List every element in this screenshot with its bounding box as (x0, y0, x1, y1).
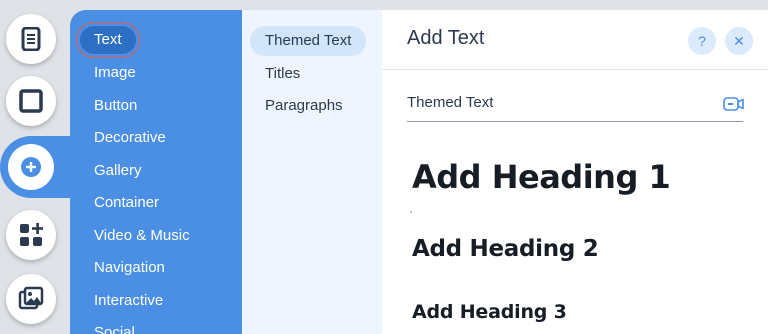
section-label: Themed Text (407, 94, 494, 111)
subcategory-list: Themed Text Titles Paragraphs (242, 10, 382, 334)
category-container[interactable]: Container (80, 189, 173, 217)
add-heading-2[interactable]: Add Heading 2 (412, 236, 599, 262)
add-apps-icon (20, 223, 43, 246)
close-button[interactable]: ✕ (725, 27, 753, 55)
tool-rail (0, 0, 70, 334)
pages-icon (21, 27, 41, 51)
category-gallery[interactable]: Gallery (80, 157, 156, 185)
media-button[interactable] (6, 274, 56, 324)
category-button[interactable]: Button (80, 92, 151, 120)
help-button[interactable]: ? (688, 27, 716, 55)
category-decorative[interactable]: Decorative (80, 124, 180, 152)
panel-header: Add Text ? ✕ (382, 10, 768, 70)
category-social[interactable]: Social (80, 319, 149, 334)
subcategory-titles[interactable]: Titles (250, 59, 315, 89)
add-apps-button[interactable] (6, 210, 56, 260)
video-tutorial-icon[interactable] (723, 96, 745, 112)
category-image[interactable]: Image (80, 59, 150, 87)
close-icon: ✕ (733, 32, 745, 49)
subcategory-paragraphs[interactable]: Paragraphs (250, 91, 358, 121)
help-icon: ? (698, 33, 706, 49)
add-heading-3[interactable]: Add Heading 3 (412, 301, 567, 323)
section-divider (407, 121, 743, 122)
category-list: Text Image Button Decorative Gallery Con… (70, 10, 242, 334)
subcategory-themed-text[interactable]: Themed Text (250, 26, 367, 56)
media-icon (18, 286, 44, 310)
add-heading-1[interactable]: Add Heading 1 (412, 158, 671, 196)
category-navigation[interactable]: Navigation (80, 254, 179, 282)
decorative-dot (410, 211, 412, 213)
category-video-music[interactable]: Video & Music (80, 222, 204, 250)
pages-button[interactable] (6, 14, 56, 64)
background-icon (19, 89, 43, 113)
add-button[interactable] (8, 144, 54, 190)
panel-title: Add Text (407, 27, 485, 49)
background-button[interactable] (6, 76, 56, 126)
add-icon (21, 157, 41, 177)
category-text[interactable]: Text (76, 22, 140, 58)
category-interactive[interactable]: Interactive (80, 287, 177, 315)
add-text-panel: Add Text ? ✕ Themed Text Add Heading 1 A… (382, 10, 768, 334)
